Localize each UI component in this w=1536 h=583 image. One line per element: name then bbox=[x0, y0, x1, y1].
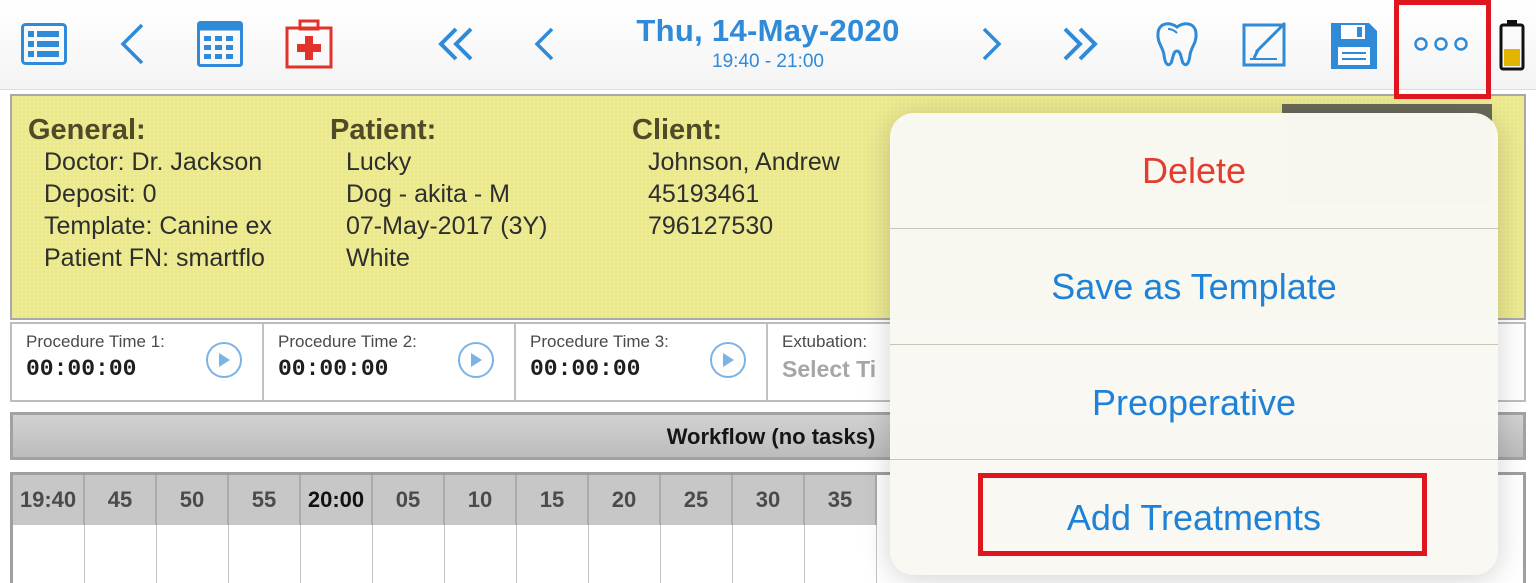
time-range: 19:40 - 21:00 bbox=[712, 51, 824, 72]
timeline-slot[interactable] bbox=[301, 525, 373, 583]
patient-birthdate: 07-May-2017 (3Y) bbox=[346, 212, 548, 240]
time-tick: 15 bbox=[517, 475, 589, 525]
patient-heading: Patient: bbox=[330, 114, 437, 146]
time-tick: 19:40 bbox=[13, 475, 85, 525]
timer-label: Procedure Time 2: bbox=[278, 332, 417, 351]
chevron-right-icon[interactable] bbox=[976, 22, 1008, 66]
template-line: Template: Canine ex bbox=[44, 212, 272, 240]
timeline-slot[interactable] bbox=[157, 525, 229, 583]
time-tick: 05 bbox=[373, 475, 445, 525]
delete-menu-item[interactable]: Delete bbox=[890, 113, 1498, 228]
chevron-left-icon[interactable] bbox=[528, 22, 560, 66]
timeline-slot[interactable] bbox=[805, 525, 877, 583]
timeline-slot[interactable] bbox=[373, 525, 445, 583]
save-disk-icon[interactable] bbox=[1328, 20, 1380, 72]
double-chevron-left-icon[interactable] bbox=[432, 22, 480, 66]
time-tick: 50 bbox=[157, 475, 229, 525]
calendar-grid-icon[interactable] bbox=[196, 20, 244, 68]
current-date[interactable]: Thu, 14-May-2020 bbox=[600, 12, 936, 50]
date-header[interactable]: Thu, 14-May-2020 19:40 - 21:00 bbox=[600, 12, 936, 74]
select-time-placeholder[interactable]: Select Ti bbox=[782, 356, 876, 383]
timeline-slot[interactable] bbox=[589, 525, 661, 583]
more-button-highlight bbox=[1394, 0, 1491, 99]
timer-label: Procedure Time 3: bbox=[530, 332, 669, 351]
time-tick: 20:00 bbox=[301, 475, 373, 525]
timeline-grid[interactable] bbox=[13, 525, 877, 583]
time-tick: 10 bbox=[445, 475, 517, 525]
timeline-slot[interactable] bbox=[13, 525, 85, 583]
timer-value: 00:00:00 bbox=[26, 356, 137, 382]
timeline-slot[interactable] bbox=[733, 525, 805, 583]
general-heading: General: bbox=[28, 114, 146, 146]
timeline-header: 19:40 45 50 55 20:00 05 10 15 20 25 30 3… bbox=[13, 475, 877, 525]
timeline-slot[interactable] bbox=[229, 525, 301, 583]
timeline-slot[interactable] bbox=[517, 525, 589, 583]
deposit-line: Deposit: 0 bbox=[44, 180, 157, 208]
play-icon[interactable] bbox=[206, 342, 242, 378]
timeline-slot[interactable] bbox=[661, 525, 733, 583]
patient-fn-line: Patient FN: smartflo bbox=[44, 244, 265, 272]
back-chevron-icon[interactable] bbox=[114, 20, 150, 68]
time-tick: 35 bbox=[805, 475, 877, 525]
play-icon[interactable] bbox=[458, 342, 494, 378]
tooth-icon[interactable] bbox=[1152, 18, 1202, 70]
edit-note-icon[interactable] bbox=[1240, 18, 1292, 70]
time-tick: 45 bbox=[85, 475, 157, 525]
time-tick: 25 bbox=[661, 475, 733, 525]
client-section: Client: Johnson, Andrew 45193461 7961275… bbox=[632, 114, 840, 242]
client-phone: 796127530 bbox=[648, 212, 774, 240]
timer-label: Extubation: bbox=[782, 332, 868, 351]
patient-name: Lucky bbox=[346, 148, 412, 176]
time-tick: 55 bbox=[229, 475, 301, 525]
patient-color: White bbox=[346, 244, 410, 272]
procedure-timer-2[interactable]: Procedure Time 2: 00:00:00 bbox=[264, 324, 516, 400]
client-name: Johnson, Andrew bbox=[648, 148, 840, 176]
save-as-template-menu-item[interactable]: Save as Template bbox=[890, 229, 1498, 344]
timeline-slot[interactable] bbox=[85, 525, 157, 583]
client-heading: Client: bbox=[632, 114, 723, 146]
add-treatments-highlight bbox=[978, 473, 1427, 556]
timer-label: Procedure Time 1: bbox=[26, 332, 165, 351]
patient-section: Patient: Lucky Dog - akita - M 07-May-20… bbox=[330, 114, 547, 274]
double-chevron-right-icon[interactable] bbox=[1056, 22, 1104, 66]
preoperative-menu-item[interactable]: Preoperative bbox=[890, 345, 1498, 460]
timer-value: 00:00:00 bbox=[278, 356, 389, 382]
procedure-timer-1[interactable]: Procedure Time 1: 00:00:00 bbox=[12, 324, 264, 400]
patient-species: Dog - akita - M bbox=[346, 180, 510, 208]
list-icon[interactable] bbox=[20, 20, 68, 68]
doctor-line: Doctor: Dr. Jackson bbox=[44, 148, 263, 176]
general-section: General: Doctor: Dr. Jackson Deposit: 0 … bbox=[28, 114, 272, 274]
time-tick: 30 bbox=[733, 475, 805, 525]
procedure-timer-3[interactable]: Procedure Time 3: 00:00:00 bbox=[516, 324, 768, 400]
time-tick: 20 bbox=[589, 475, 661, 525]
client-id: 45193461 bbox=[648, 180, 760, 208]
play-icon[interactable] bbox=[710, 342, 746, 378]
timeline-slot[interactable] bbox=[445, 525, 517, 583]
top-toolbar: Thu, 14-May-2020 19:40 - 21:00 bbox=[0, 0, 1536, 90]
medical-kit-icon[interactable] bbox=[284, 18, 334, 70]
timer-value: 00:00:00 bbox=[530, 356, 641, 382]
battery-icon bbox=[1498, 18, 1526, 72]
